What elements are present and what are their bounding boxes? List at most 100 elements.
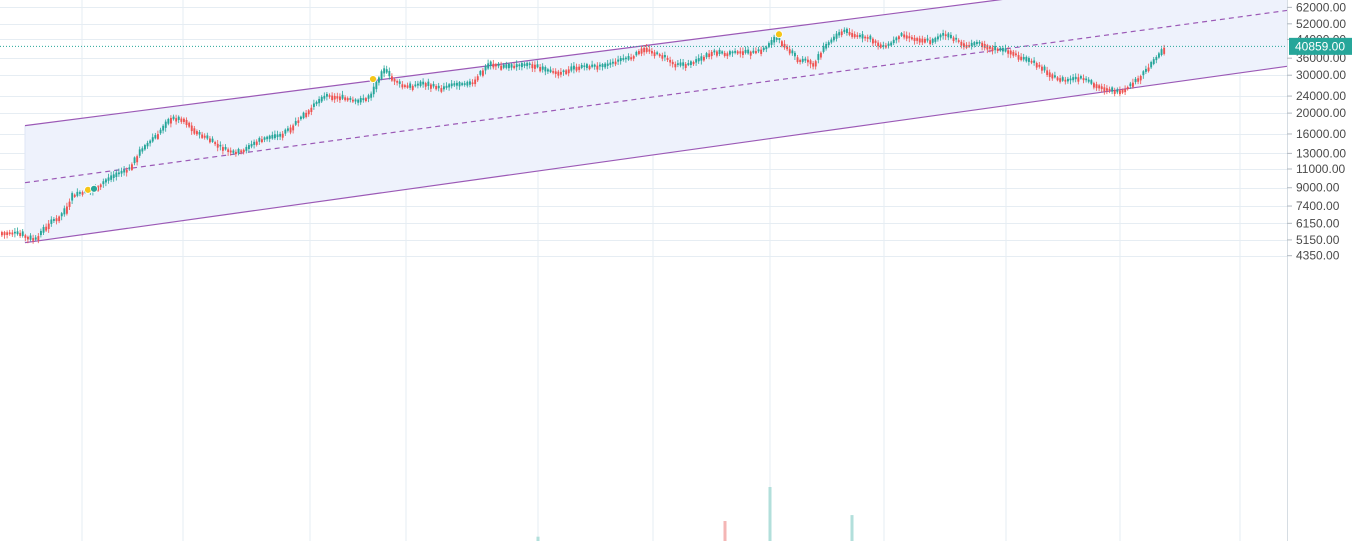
candle-body <box>762 47 765 51</box>
candle-body <box>393 78 396 82</box>
candle-body <box>1152 59 1155 65</box>
candle-body <box>695 59 698 63</box>
price-chart[interactable]: 4350.00 5150.00 6150.00 7400.00 9000.00 11000… <box>0 0 1352 541</box>
candle-body <box>846 28 848 33</box>
candle-body <box>1113 90 1116 94</box>
candle-body <box>63 208 66 215</box>
candle-body <box>274 134 276 139</box>
candle-body <box>411 85 414 90</box>
candle-body <box>783 43 786 48</box>
candle-body <box>892 39 895 44</box>
candle-body <box>804 58 807 61</box>
candle-body <box>900 33 903 36</box>
axis-tick-label: 6150.00 <box>1296 216 1340 230</box>
candle-body <box>684 64 687 68</box>
candle-body <box>913 37 916 42</box>
candle-body <box>887 43 890 46</box>
candle-body <box>632 56 635 59</box>
candle-body <box>1004 48 1007 52</box>
candle-body <box>14 231 16 234</box>
candle-body <box>820 52 822 58</box>
candle-body <box>604 63 607 68</box>
candle-body <box>219 144 222 147</box>
candle-body <box>268 135 271 139</box>
candle-body <box>562 70 565 73</box>
candle-body <box>370 93 373 98</box>
candle-body <box>710 51 713 57</box>
chart-area[interactable]: 4350.00 5150.00 6150.00 7400.00 9000.00 11000… <box>0 0 1352 541</box>
candle-body <box>669 59 672 63</box>
candle-body <box>131 164 133 170</box>
candle-body <box>367 95 370 99</box>
candle-body <box>705 53 708 58</box>
candle-body <box>765 46 768 50</box>
candle-body <box>879 44 882 48</box>
candle-body <box>679 62 682 66</box>
candle-body <box>193 128 196 134</box>
axis-tick-label: 16000.00 <box>1296 127 1346 141</box>
candle-body <box>1155 57 1158 61</box>
candle-body <box>19 232 22 237</box>
candle-body <box>388 70 391 77</box>
candle-body <box>926 38 929 41</box>
candle-body <box>42 227 45 233</box>
candle-body <box>627 56 630 60</box>
candle-body <box>773 36 776 43</box>
candle-body <box>198 132 201 135</box>
candle-body <box>300 116 302 120</box>
candle-body <box>1054 75 1056 78</box>
candle-body <box>183 118 185 122</box>
candle-body <box>1116 89 1119 93</box>
candle-body <box>1015 53 1017 56</box>
candle-body <box>557 71 560 76</box>
candle-body <box>1082 78 1085 81</box>
candle-body <box>302 112 305 119</box>
candle-body <box>71 193 74 201</box>
candle-body <box>781 41 783 47</box>
axis-tick-label: 11000.00 <box>1296 162 1345 176</box>
event-marker[interactable] <box>90 184 98 193</box>
candle-body <box>1069 78 1072 81</box>
candle-body <box>1158 53 1160 58</box>
candle-body <box>1009 50 1012 55</box>
candle-body <box>448 84 451 88</box>
candle-body <box>453 83 456 86</box>
candle-body <box>630 57 633 60</box>
candle-body <box>1142 71 1145 76</box>
candle-body <box>599 64 601 67</box>
candle-body <box>609 62 612 65</box>
volume-bars <box>536 487 854 541</box>
candle-body <box>149 140 152 144</box>
candle-body <box>206 135 209 139</box>
candle-body <box>1051 74 1054 79</box>
candle-body <box>253 141 256 145</box>
candle-body <box>539 66 542 72</box>
candle-body <box>385 69 388 73</box>
candle-body <box>567 69 570 74</box>
candle-body <box>112 174 115 179</box>
candle-body <box>341 94 344 99</box>
candle-body <box>463 83 466 85</box>
candle-body <box>729 51 731 55</box>
candle-body <box>24 235 27 238</box>
candle-body <box>323 95 326 99</box>
candle-body <box>240 150 243 153</box>
candle-body <box>692 62 695 65</box>
candle-body <box>237 148 240 154</box>
candle-body <box>547 69 549 72</box>
candle-body <box>16 231 19 235</box>
candle-body <box>601 64 604 67</box>
candle-body <box>1132 82 1134 87</box>
candle-body <box>786 46 789 50</box>
price-axis[interactable]: 4350.00 5150.00 6150.00 7400.00 9000.00 11000… <box>1287 0 1346 541</box>
candle-body <box>721 51 724 54</box>
candle-body <box>1160 49 1163 55</box>
candle-body <box>66 206 68 214</box>
candle-body <box>708 53 711 58</box>
candle-body <box>107 177 110 181</box>
event-marker[interactable] <box>775 30 783 39</box>
candle-body <box>476 76 479 81</box>
candle-body <box>1020 56 1023 61</box>
event-marker[interactable] <box>369 75 377 83</box>
candle-body <box>677 63 679 65</box>
